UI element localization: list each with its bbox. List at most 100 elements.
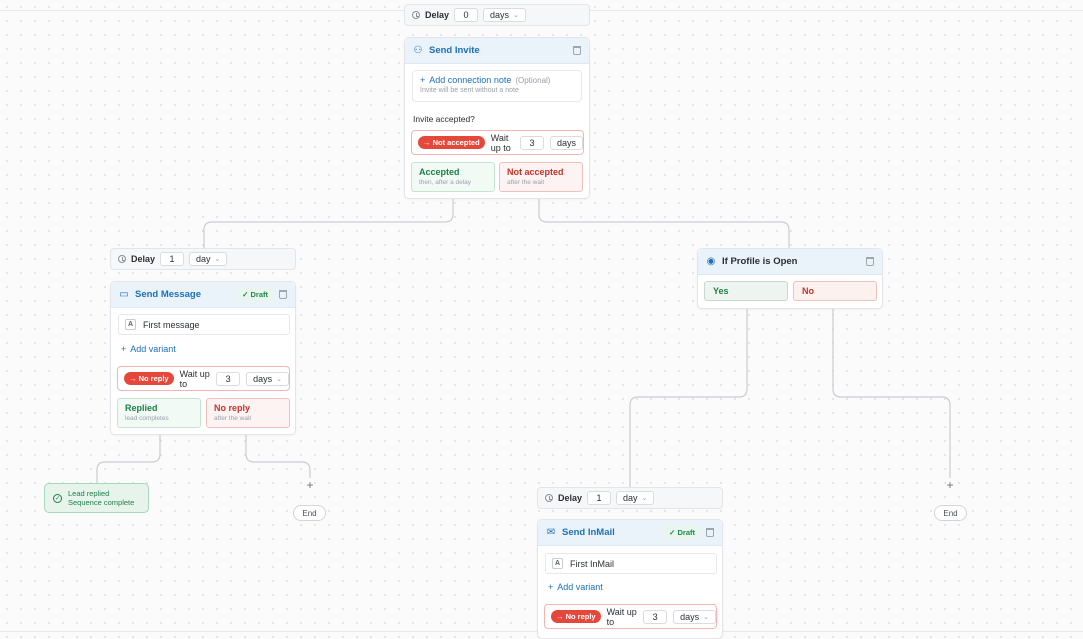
- draft-badge-label: Draft: [677, 528, 695, 537]
- delay-unit-value: day: [196, 254, 211, 264]
- send-invite-card[interactable]: ⚇ Send Invite + Add connection note (Opt…: [404, 37, 590, 199]
- send-invite-header: ⚇ Send Invite: [405, 38, 589, 64]
- send-inmail-header: ✉ Send InMail ✓ Draft: [538, 520, 722, 546]
- trash-icon[interactable]: [279, 290, 287, 299]
- profile-open-card[interactable]: ◉ If Profile is Open Yes No: [697, 248, 883, 309]
- no-reply-pill-label: No reply: [565, 612, 596, 621]
- no-reply-pill: → No reply: [124, 372, 174, 385]
- message-wait-unit-value: days: [253, 373, 273, 384]
- variant-a-badge: A: [552, 558, 563, 569]
- inmail-wait-unit-value: days: [680, 611, 700, 622]
- replied-title: Replied: [125, 403, 158, 413]
- delay-bar-left: Delay 1 day ⌄: [110, 248, 296, 270]
- inmail-wait-value-input[interactable]: 3: [643, 609, 668, 624]
- invite-wait-value-input[interactable]: 3: [519, 135, 544, 150]
- check-circle-icon: ✓: [53, 493, 62, 503]
- delay-unit-select[interactable]: day ⌄: [189, 252, 228, 266]
- add-variant-label: Add variant: [130, 344, 176, 354]
- plus-icon: +: [420, 75, 426, 85]
- delay-unit-select[interactable]: day ⌄: [616, 491, 655, 505]
- inmail-wait-unit-select[interactable]: days ⌄: [673, 609, 716, 624]
- add-variant-label: Add variant: [557, 582, 603, 592]
- invite-wait-unit-value: days: [556, 137, 576, 148]
- no-reply-title: No reply: [214, 403, 251, 413]
- first-message-item[interactable]: A First message: [118, 314, 290, 335]
- wait-up-to-label: Wait up to: [179, 368, 210, 389]
- delay-bar-top: Delay 0 days ⌄: [404, 4, 590, 26]
- trash-icon[interactable]: [706, 528, 714, 537]
- trash-icon[interactable]: [573, 46, 581, 55]
- plus-icon: +: [121, 344, 127, 354]
- message-wait-unit-select[interactable]: days ⌄: [246, 371, 289, 386]
- send-inmail-title: Send InMail: [562, 527, 615, 538]
- trash-icon[interactable]: [866, 257, 874, 266]
- lead-replied-line2: Sequence complete: [68, 498, 135, 507]
- profile-open-title: If Profile is Open: [722, 256, 798, 267]
- delay-value-input[interactable]: 1: [587, 491, 612, 505]
- clock-icon: [545, 494, 553, 502]
- draft-badge-label: Draft: [250, 290, 268, 299]
- draft-badge: ✓ Draft: [237, 288, 273, 301]
- message-icon: ▭: [119, 289, 129, 300]
- no-reply-pill: → No reply: [551, 610, 601, 623]
- not-accepted-branch[interactable]: Not accepted after the wait: [499, 162, 583, 192]
- chevron-down-icon: ⌄: [214, 256, 221, 263]
- not-accepted-pill: → Not accepted: [418, 136, 485, 149]
- yes-branch[interactable]: Yes: [704, 281, 788, 301]
- no-reply-pill-label: No reply: [138, 374, 169, 383]
- clock-icon: [118, 255, 126, 263]
- not-accepted-subtext: after the wait: [507, 179, 545, 186]
- accepted-branch[interactable]: Accepted then, after a delay: [411, 162, 495, 192]
- chevron-down-icon: ⌄: [703, 613, 709, 621]
- connection-note-box[interactable]: + Add connection note (Optional) Invite …: [412, 70, 582, 102]
- message-wait-value-input[interactable]: 3: [216, 371, 241, 386]
- first-inmail-label: First InMail: [570, 558, 615, 569]
- delay-value-input[interactable]: 0: [454, 8, 479, 22]
- send-inmail-card[interactable]: ✉ Send InMail ✓ Draft A First InMail + A…: [537, 519, 723, 639]
- send-message-title: Send Message: [135, 289, 201, 300]
- invite-wait-row: → Not accepted Wait up to 3 days: [411, 130, 584, 155]
- end-node: End: [293, 505, 326, 521]
- invite-wait-unit-select[interactable]: days: [549, 135, 583, 150]
- delay-unit-value: day: [623, 493, 638, 503]
- first-inmail-item[interactable]: A First InMail: [545, 553, 717, 574]
- chevron-down-icon: ⌄: [641, 495, 648, 502]
- delay-unit-select[interactable]: days ⌄: [483, 8, 526, 22]
- chevron-down-icon: ⌄: [276, 375, 282, 383]
- user-plus-icon: ⚇: [413, 45, 423, 56]
- no-reply-subtext: after the wait: [214, 415, 252, 422]
- not-accepted-pill-label: Not accepted: [432, 138, 480, 147]
- first-message-label: First message: [143, 319, 200, 330]
- no-reply-branch[interactable]: No reply after the wait: [206, 398, 290, 428]
- add-step-plus-icon[interactable]: +: [943, 478, 957, 492]
- lead-replied-line1: Lead replied: [68, 489, 110, 498]
- chevron-down-icon: ⌄: [513, 12, 519, 19]
- no-branch[interactable]: No: [793, 281, 877, 301]
- delay-label: Delay: [558, 493, 583, 503]
- plus-icon: +: [548, 582, 554, 592]
- add-variant-button[interactable]: + Add variant: [548, 582, 603, 592]
- send-invite-title: Send Invite: [429, 45, 480, 56]
- end-node: End: [934, 505, 967, 521]
- send-message-card[interactable]: ▭ Send Message ✓ Draft A First message +…: [110, 281, 296, 435]
- mail-icon: ✉: [546, 527, 556, 538]
- accepted-subtext: then, after a delay: [419, 179, 472, 186]
- replied-branch[interactable]: Replied lead completes: [117, 398, 201, 428]
- send-message-header: ▭ Send Message ✓ Draft: [111, 282, 295, 308]
- delay-value-input[interactable]: 1: [160, 252, 185, 266]
- invite-accepted-question: Invite accepted?: [413, 114, 475, 124]
- delay-unit-value: days: [490, 10, 510, 20]
- delay-label: Delay: [131, 254, 156, 264]
- profile-open-header: ◉ If Profile is Open: [698, 249, 882, 275]
- wait-up-to-label: Wait up to: [490, 132, 511, 153]
- add-step-plus-icon[interactable]: +: [303, 478, 317, 492]
- lead-replied-node[interactable]: ✓ Lead replied Sequence complete: [44, 483, 149, 513]
- add-connection-note-link[interactable]: Add connection note: [429, 75, 511, 85]
- not-accepted-title: Not accepted: [507, 167, 564, 177]
- replied-subtext: lead completes: [125, 415, 169, 422]
- clock-icon: [412, 11, 420, 19]
- draft-badge: ✓ Draft: [664, 526, 700, 539]
- delay-label: Delay: [425, 10, 450, 20]
- note-subtext: Invite will be sent without a note: [420, 87, 519, 94]
- add-variant-button[interactable]: + Add variant: [121, 344, 176, 354]
